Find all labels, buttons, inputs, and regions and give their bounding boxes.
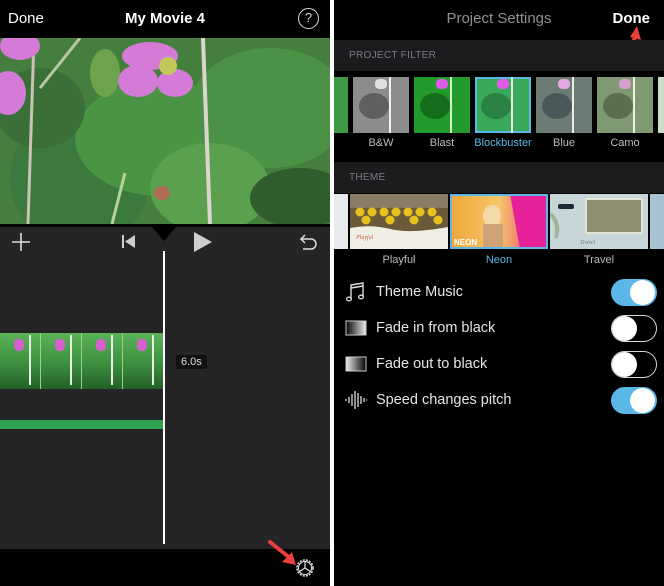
theme-label: Neon	[485, 254, 513, 266]
filter-thumbnail	[658, 77, 664, 133]
project-title: My Movie 4	[124, 10, 206, 27]
theme-music-toggle[interactable]	[611, 279, 657, 306]
toggle-row-fade-out: Fade out to black	[334, 346, 664, 382]
theme-header-label: THEME	[349, 172, 386, 183]
filter-thumbnail	[536, 77, 592, 133]
theme-thumbnail: NEON	[450, 194, 548, 249]
movie-editor-panel: Done My Movie 4 ? 6.0s	[0, 0, 330, 586]
undo-button[interactable]	[299, 233, 319, 251]
filter-option-blockbuster[interactable]: Blockbuster	[474, 77, 532, 149]
toggle-row-fade-in: Fade in from black	[334, 310, 664, 346]
theme-option-partial[interactable]	[650, 194, 664, 254]
filter-thumbnail	[414, 77, 470, 133]
settings-nav-bar: Project Settings Done	[334, 0, 664, 38]
theme-thumbnail	[334, 194, 348, 249]
theme-option-partial[interactable]	[334, 194, 348, 254]
timeline[interactable]: 6.0s	[0, 257, 330, 549]
toggle-label: Theme Music	[376, 284, 464, 300]
filter-option-blue[interactable]: Blue	[536, 77, 592, 149]
filter-label: Dr	[646, 137, 664, 149]
project-settings-panel: Project Settings Done PROJECT FILTER B&W…	[334, 0, 664, 586]
clip-frame	[41, 333, 82, 389]
theme-thumbnail	[650, 194, 664, 249]
filter-thumbnail	[334, 77, 348, 133]
filter-option-blast[interactable]: Blast	[414, 77, 470, 149]
audio-track[interactable]	[0, 420, 164, 429]
travel-thumb-text: Travel	[580, 240, 596, 246]
filter-option-partial[interactable]	[334, 77, 348, 137]
toggle-label: Fade in from black	[376, 320, 496, 336]
skip-to-start-button[interactable]	[122, 235, 135, 248]
theme-thumbnail: Playful	[350, 194, 448, 249]
theme-label: Travel	[583, 254, 615, 266]
clip-frame	[0, 333, 41, 389]
toggle-label: Fade out to black	[376, 356, 488, 372]
theme-label: Playful	[382, 254, 416, 266]
theme-thumbnail: Travel	[550, 194, 648, 249]
theme-strip[interactable]: Playful Playful NEON Neon Travel Travel	[334, 192, 664, 268]
playhead-line[interactable]	[163, 251, 165, 544]
toggle-row-theme-music: Theme Music	[334, 274, 664, 310]
add-media-button[interactable]	[12, 233, 30, 251]
filter-thumbnail	[353, 77, 409, 133]
theme-option-neon[interactable]: NEON Neon	[450, 194, 548, 266]
filter-option-bw[interactable]: B&W	[353, 77, 409, 149]
video-clip[interactable]	[0, 333, 164, 389]
theme-option-travel[interactable]: Travel Travel	[550, 194, 648, 266]
playful-thumb-text: Playful	[355, 234, 374, 241]
speed-changes-pitch-toggle[interactable]	[611, 387, 657, 414]
filter-strip[interactable]: B&WBlastBlockbusterBlueCamoDr	[334, 75, 664, 155]
music-note-icon	[345, 282, 365, 302]
toggle-row-speed-pitch: Speed changes pitch	[334, 382, 664, 418]
clip-frame	[82, 333, 123, 389]
clip-frame	[123, 333, 164, 389]
neon-thumb-text: NEON	[454, 238, 477, 247]
clip-duration-label: 6.0s	[176, 355, 207, 369]
play-button[interactable]	[194, 232, 212, 252]
fade-in-toggle[interactable]	[611, 315, 657, 342]
filter-thumbnail	[597, 77, 653, 133]
filter-option-dreamy[interactable]: Dr	[658, 77, 664, 149]
waveform-icon	[345, 391, 368, 409]
fade-out-icon	[345, 356, 367, 372]
filter-thumbnail	[475, 77, 531, 133]
editor-nav-bar: Done My Movie 4 ?	[0, 0, 330, 38]
video-preview[interactable]	[0, 38, 330, 224]
project-filter-header-label: PROJECT FILTER	[349, 50, 437, 61]
fade-out-toggle[interactable]	[611, 351, 657, 378]
theme-option-playful[interactable]: Playful Playful	[350, 194, 448, 266]
settings-done-button[interactable]: Done	[613, 10, 651, 27]
theme-header: THEME	[334, 162, 664, 193]
project-filter-header: PROJECT FILTER	[334, 40, 664, 71]
annotation-arrow-gear	[268, 540, 296, 565]
fade-in-icon	[345, 320, 367, 336]
video-frame-image	[0, 38, 330, 224]
filter-option-camo[interactable]: Camo	[597, 77, 653, 149]
help-button[interactable]: ?	[298, 8, 319, 29]
playhead-marker	[152, 227, 176, 241]
toggle-label: Speed changes pitch	[376, 392, 512, 408]
